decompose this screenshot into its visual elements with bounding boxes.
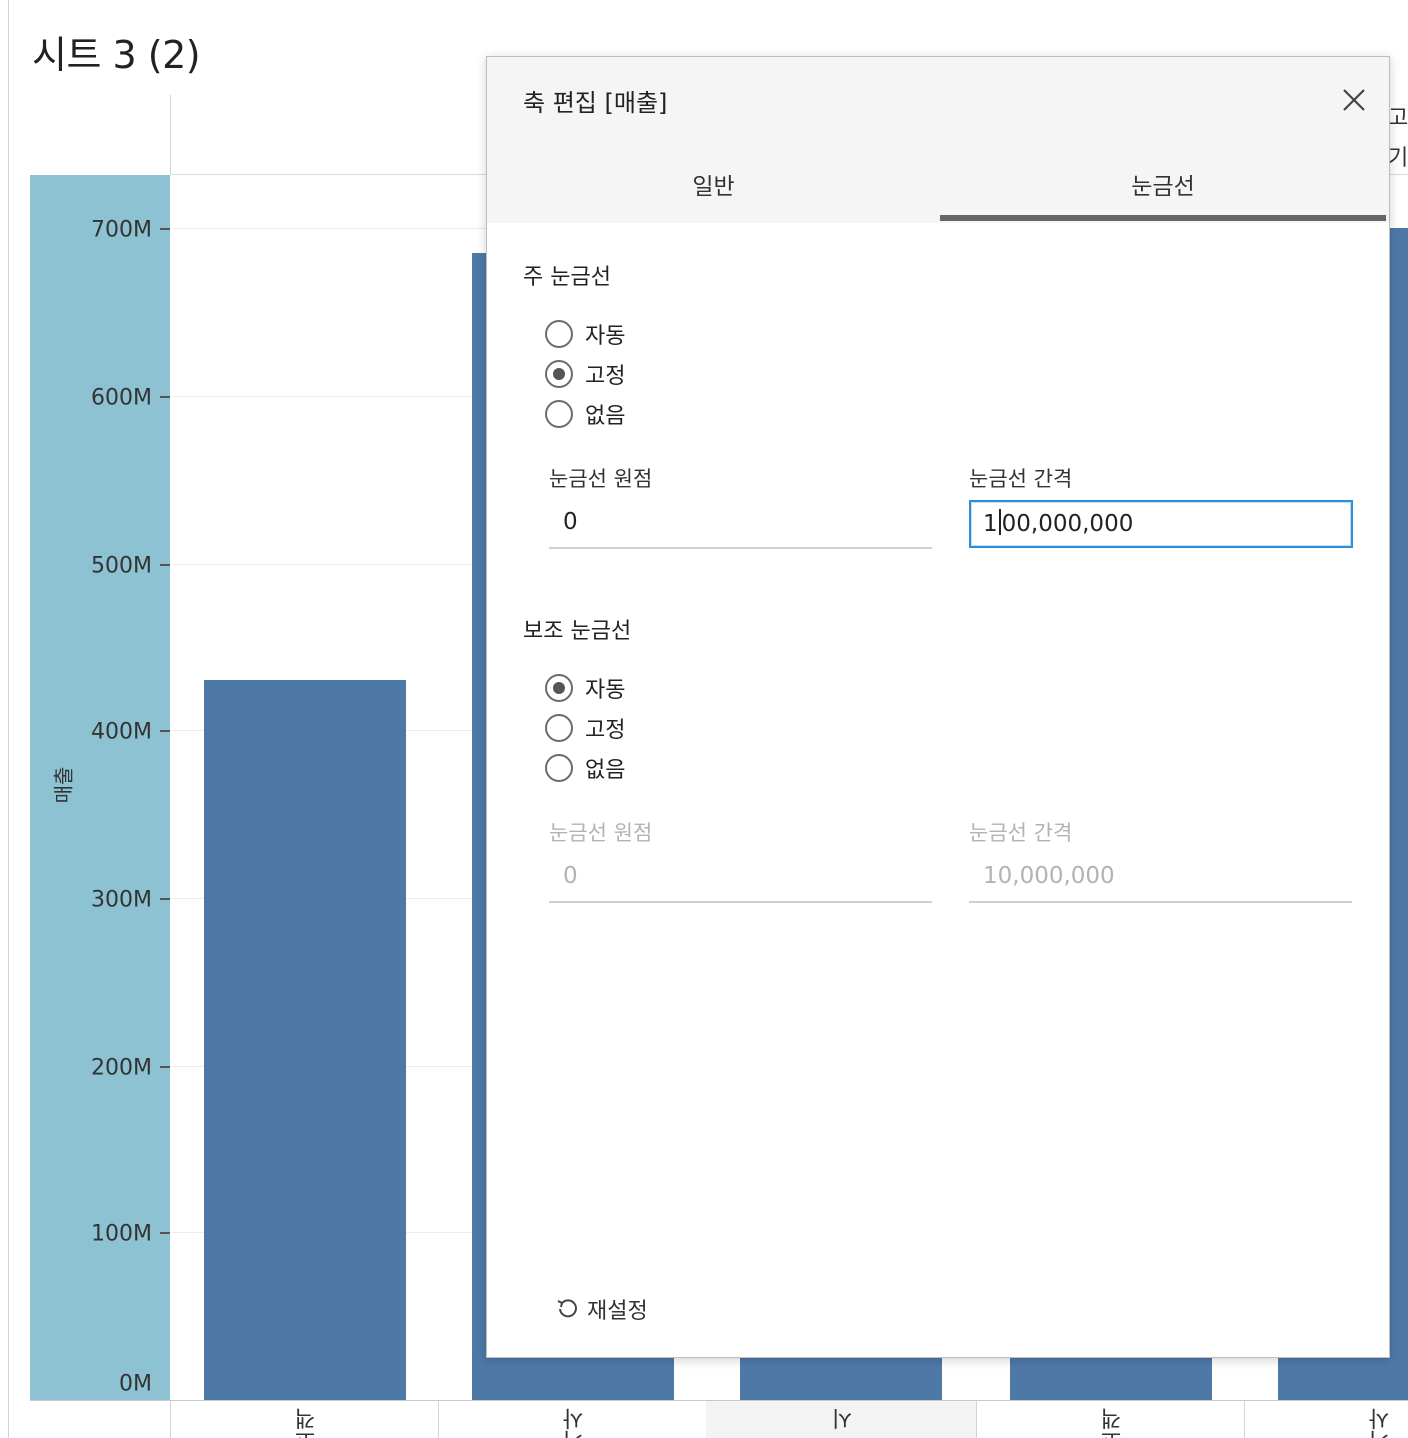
y-tick-mark (160, 730, 170, 732)
column-header-label: 기 (1388, 146, 1408, 171)
tab-label: 눈금선 (1131, 174, 1195, 200)
column-header-divider (170, 95, 171, 175)
minor-radio-none[interactable]: 없음 (545, 752, 625, 784)
radio-label: 자동 (585, 324, 626, 349)
major-tick-marks-title: 주 눈금선 (523, 265, 611, 290)
sheet-title: 시트 3 (2) (32, 33, 201, 77)
minor-radio-automatic[interactable]: 자동 (545, 672, 625, 704)
y-tick-label: 300M (91, 887, 152, 913)
tab-general[interactable]: 일반 (487, 161, 940, 223)
y-tick-mark (160, 564, 170, 566)
active-tab-indicator (940, 215, 1386, 221)
y-tick-label: 400M (91, 719, 152, 745)
edit-axis-dialog: 축 편집 [매출] 일반 눈금선 주 눈금선 자동 고정 없음 눈금선 원점 0… (486, 56, 1390, 1358)
radio-label: 자동 (585, 678, 626, 703)
category-label[interactable]: 기사 (560, 1408, 592, 1438)
y-tick-mark (160, 898, 170, 900)
tableau-worksheet: 시트 3 (2) 매출 700M 600M 500M 400M 300M 200… (0, 0, 1408, 1438)
y-tick-label: 500M (91, 553, 152, 579)
reset-button[interactable]: 재설정 (555, 1293, 648, 1325)
minor-interval-label: 눈금선 간격 (969, 821, 1073, 845)
minor-tick-marks-title: 보조 눈금선 (523, 619, 632, 644)
dialog-title: 축 편집 [매출] (523, 89, 668, 117)
y-tick-mark (160, 396, 170, 398)
y-tick-mark (160, 1232, 170, 1234)
radio-label: 없음 (585, 404, 626, 429)
text-caret (998, 509, 1001, 535)
interval-text: 00,000,000 (1001, 511, 1134, 537)
radio-label: 고정 (585, 364, 626, 389)
radio-button[interactable] (545, 320, 573, 348)
y-tick-mark (160, 228, 170, 230)
category-label[interactable]: 시 (829, 1408, 861, 1430)
y-tick-label: 200M (91, 1055, 152, 1081)
category-divider (438, 1401, 439, 1438)
y-tick-label: 600M (91, 385, 152, 411)
tab-label: 일반 (692, 174, 735, 200)
minor-radio-fixed[interactable]: 고정 (545, 712, 625, 744)
pane-border (8, 0, 9, 1438)
y-tick-mark (160, 1066, 170, 1068)
minor-interval-field: 10,000,000 (969, 855, 1352, 903)
bar-mark[interactable] (204, 680, 406, 1400)
interval-text: 1 (983, 511, 998, 537)
radio-button[interactable] (545, 674, 573, 702)
tab-tick-marks[interactable]: 눈금선 (940, 161, 1386, 223)
radio-button[interactable] (545, 360, 573, 388)
category-label[interactable]: 고객 (1098, 1408, 1130, 1438)
close-button[interactable] (1339, 85, 1369, 115)
radio-label: 없음 (585, 758, 626, 783)
category-divider (976, 1401, 977, 1438)
radio-label: 고정 (585, 718, 626, 743)
close-icon (1343, 89, 1365, 111)
minor-origin-label: 눈금선 원점 (549, 821, 653, 845)
category-divider (1244, 1401, 1245, 1438)
major-origin-label: 눈금선 원점 (549, 467, 653, 491)
bar-mark[interactable] (740, 1358, 942, 1400)
y-tick-label: 700M (91, 217, 152, 243)
radio-button[interactable] (545, 754, 573, 782)
major-radio-none[interactable]: 없음 (545, 398, 625, 430)
category-divider (170, 1401, 171, 1438)
y-tick-label: 100M (91, 1221, 152, 1247)
major-radio-fixed[interactable]: 고정 (545, 358, 625, 390)
radio-button[interactable] (545, 400, 573, 428)
major-origin-field[interactable]: 0 (549, 501, 932, 549)
radio-button[interactable] (545, 714, 573, 742)
column-header-label: 고객 (1388, 106, 1408, 131)
major-interval-label: 눈금선 간격 (969, 467, 1073, 491)
category-label[interactable]: 고객 (292, 1408, 324, 1438)
y-axis-title[interactable]: 매출 (48, 767, 77, 804)
y-tick-label: 0M (119, 1371, 152, 1397)
category-label[interactable]: 기사 (1366, 1408, 1398, 1438)
minor-origin-field: 0 (549, 855, 932, 903)
major-radio-automatic[interactable]: 자동 (545, 318, 625, 350)
reset-icon (557, 1299, 577, 1318)
major-interval-field[interactable]: 1 00,000,000 (969, 500, 1353, 548)
reset-label: 재설정 (587, 1299, 648, 1324)
bar-mark[interactable] (1010, 1358, 1212, 1400)
